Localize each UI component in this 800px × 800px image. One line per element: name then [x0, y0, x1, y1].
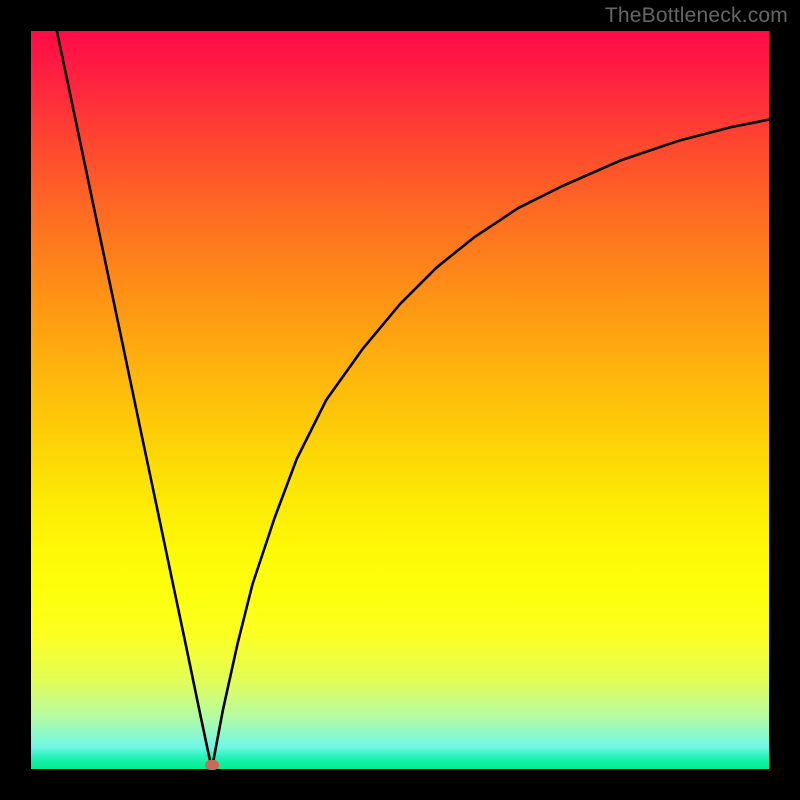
min-point-marker	[205, 760, 219, 770]
plot-area	[31, 31, 769, 769]
curve-layer	[31, 31, 769, 769]
watermark-text: TheBottleneck.com	[605, 4, 788, 28]
curve-path	[57, 31, 769, 769]
